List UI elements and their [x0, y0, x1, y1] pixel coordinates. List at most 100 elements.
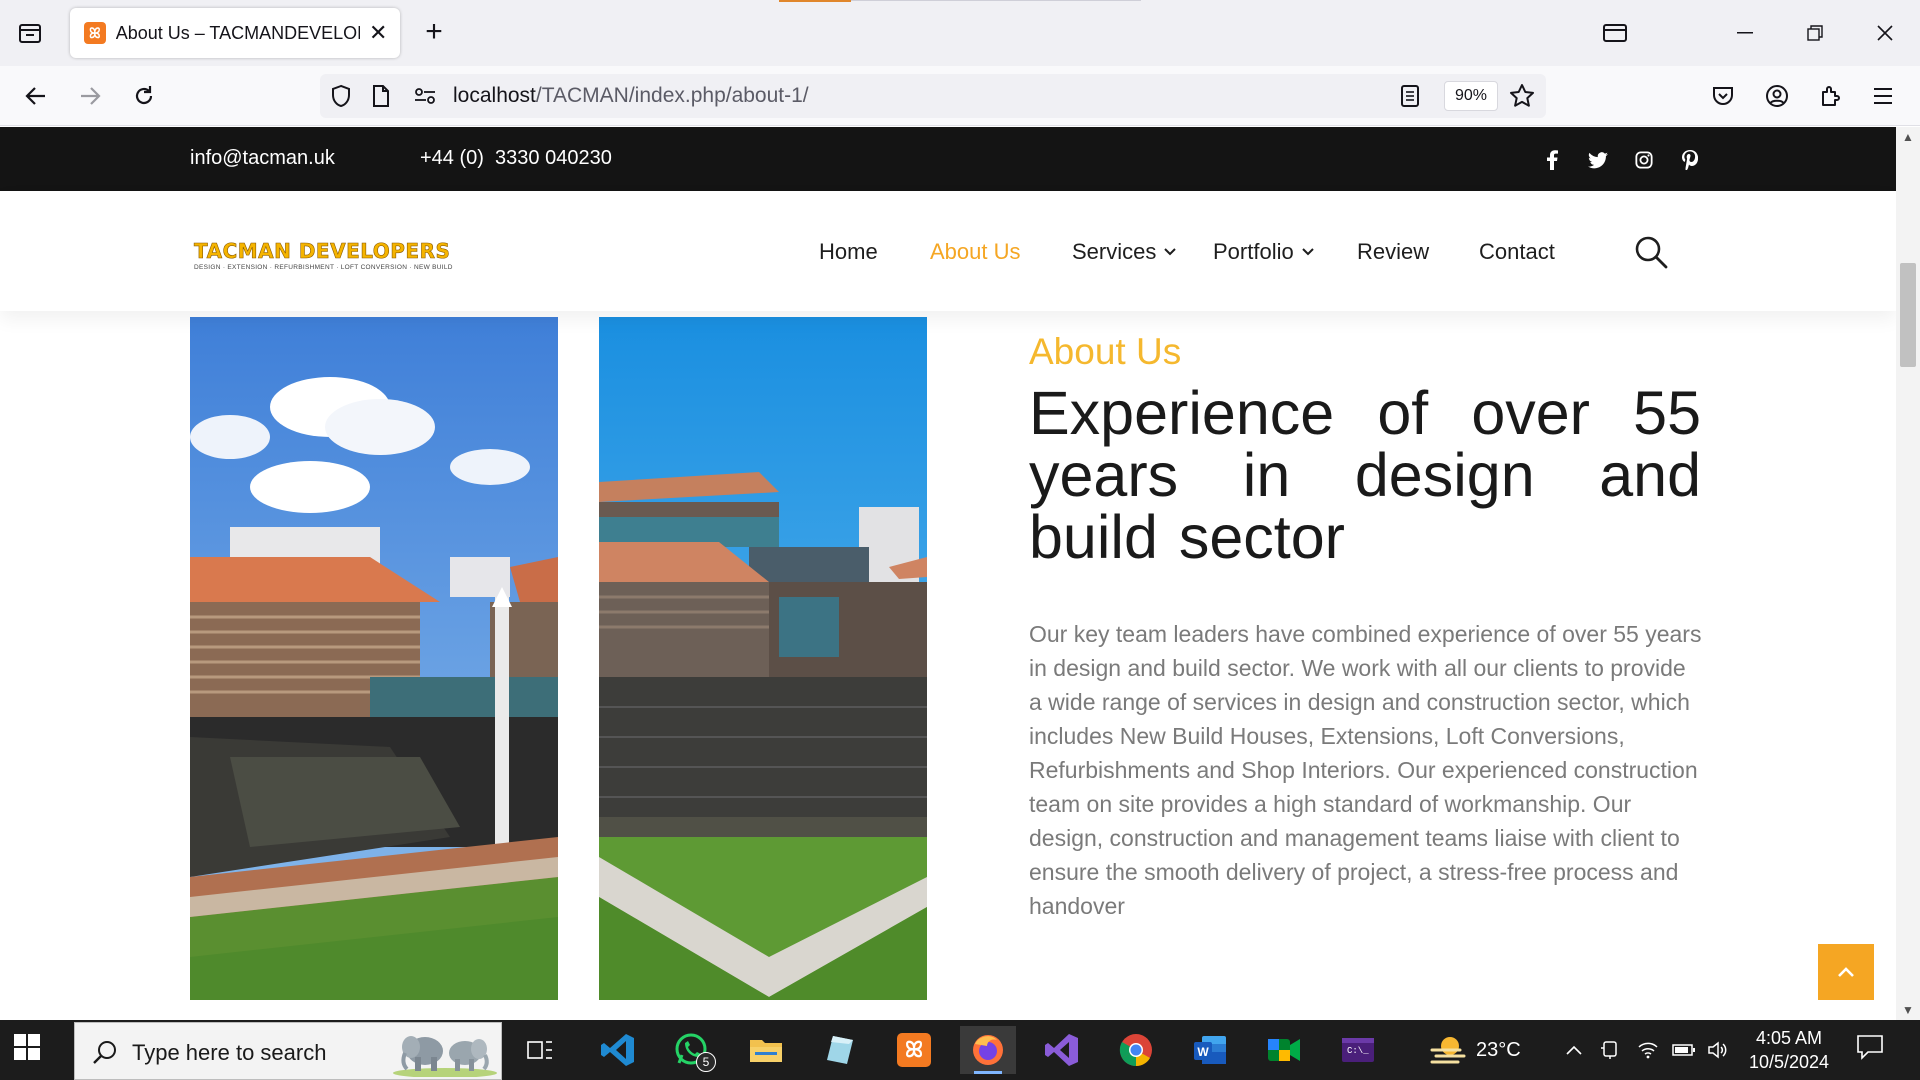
- file-explorer-icon[interactable]: [738, 1026, 794, 1074]
- chevron-up-icon: [1838, 967, 1854, 977]
- active-app-indicator: [974, 1071, 1002, 1074]
- nav-home[interactable]: Home: [819, 239, 878, 265]
- reader-view-icon[interactable]: [1400, 84, 1420, 113]
- app-menu-icon[interactable]: [1866, 79, 1900, 113]
- bookmark-star-icon[interactable]: [1509, 83, 1535, 114]
- scroll-down-arrow-icon[interactable]: ▼: [1896, 1000, 1920, 1020]
- url-host: localhost: [453, 84, 536, 107]
- zoom-level-badge[interactable]: 90%: [1444, 81, 1498, 111]
- nav-contact[interactable]: Contact: [1479, 239, 1555, 265]
- nav-about-us-label: About Us: [930, 239, 1021, 264]
- xampp-favicon-icon: ꕤ: [84, 22, 106, 44]
- back-icon[interactable]: [19, 79, 53, 113]
- site-permissions-icon[interactable]: [414, 86, 436, 111]
- chrome-icon[interactable]: [1108, 1026, 1164, 1074]
- search-highlight-elephants-icon: [393, 1036, 497, 1077]
- building-photo-right: [599, 317, 927, 1000]
- close-tab-icon[interactable]: ✕: [366, 20, 390, 45]
- url-path: /TACMAN/index.php/about-1/: [535, 84, 809, 107]
- clock-date: 10/5/2024: [1748, 1052, 1830, 1072]
- nav-about-us[interactable]: About Us: [930, 239, 1021, 265]
- search-icon: [93, 1041, 116, 1064]
- page-info-icon[interactable]: [372, 84, 390, 113]
- svg-text:C:\_: C:\_: [1347, 1046, 1369, 1056]
- pinterest-icon[interactable]: [1677, 147, 1703, 173]
- wifi-icon[interactable]: [1634, 1036, 1662, 1064]
- word-icon[interactable]: W: [1182, 1026, 1238, 1074]
- nav-contact-label: Contact: [1479, 239, 1555, 264]
- browser-toolbar: localhost/TACMAN/index.php/about-1/ 90%: [0, 66, 1920, 126]
- top-contact-bar: info@tacman.uk +44 (0) 3330 040230: [0, 127, 1896, 191]
- url-text[interactable]: localhost/TACMAN/index.php/about-1/: [453, 84, 809, 108]
- taskbar-search-placeholder: Type here to search: [132, 1040, 327, 1065]
- restore-button[interactable]: [1780, 0, 1850, 66]
- weather-temperature: 23°C: [1476, 1038, 1521, 1061]
- tab-overview-icon[interactable]: [1580, 0, 1650, 66]
- reload-icon[interactable]: [127, 79, 161, 113]
- about-us-label: About Us: [1029, 331, 1182, 372]
- address-bar[interactable]: localhost/TACMAN/index.php/about-1/ 90%: [320, 74, 1546, 118]
- nav-services[interactable]: Services: [1072, 239, 1177, 265]
- glass-app-icon[interactable]: [812, 1026, 868, 1074]
- windows-start-icon[interactable]: [14, 1034, 46, 1066]
- email-link[interactable]: info@tacman.uk: [190, 147, 335, 170]
- nav-portfolio[interactable]: Portfolio: [1213, 239, 1314, 265]
- tab-title: About Us – TACMANDEVELOPERS: [115, 22, 361, 43]
- tab-list-icon[interactable]: [14, 17, 46, 49]
- twitter-icon[interactable]: [1585, 147, 1611, 173]
- weather-widget[interactable]: 23°C: [1430, 1034, 1521, 1066]
- phone-link[interactable]: +44 (0) 3330 040230: [420, 147, 612, 170]
- logo-wordmark: TACMAN DEVELOPERS: [194, 239, 451, 264]
- tracking-shield-icon[interactable]: [330, 84, 352, 113]
- window-controls: [1580, 0, 1920, 66]
- account-icon[interactable]: [1760, 79, 1794, 113]
- building-photo-left: [190, 317, 558, 1000]
- nav-review[interactable]: Review: [1357, 239, 1429, 265]
- xampp-icon[interactable]: ꕤ: [886, 1026, 942, 1074]
- volume-icon[interactable]: [1704, 1036, 1732, 1064]
- site-header: TACMAN DEVELOPERS DESIGN · EXTENSION · R…: [0, 191, 1896, 311]
- nav-review-label: Review: [1357, 239, 1430, 264]
- task-view-icon[interactable]: [512, 1026, 568, 1074]
- minimize-button[interactable]: [1710, 0, 1780, 66]
- clock-time: 4:05 AM: [1755, 1028, 1823, 1048]
- new-tab-button[interactable]: +: [419, 17, 449, 48]
- about-headline: Experience of over 55 years in design an…: [1029, 379, 1701, 571]
- about-body-text: Our key team leaders have combined exper…: [1029, 621, 1702, 919]
- whatsapp-icon[interactable]: 5: [664, 1026, 720, 1074]
- firefox-icon[interactable]: [960, 1026, 1016, 1074]
- windows-taskbar: Type here to search 5 ꕤ W C:\_ 23°C 4:05…: [0, 1020, 1920, 1080]
- chevron-down-icon: [1164, 248, 1177, 256]
- visual-studio-icon[interactable]: [1034, 1026, 1090, 1074]
- facebook-icon[interactable]: [1539, 147, 1565, 173]
- browser-tab-active[interactable]: ꕤ About Us – TACMANDEVELOPERS ✕: [70, 8, 400, 58]
- search-icon[interactable]: [1634, 235, 1668, 269]
- nav-portfolio-label: Portfolio: [1213, 239, 1294, 264]
- vscode-icon[interactable]: [590, 1026, 646, 1074]
- meet-now-icon[interactable]: [1596, 1036, 1624, 1064]
- battery-icon[interactable]: [1670, 1036, 1698, 1064]
- instagram-icon[interactable]: [1631, 147, 1657, 173]
- pocket-icon[interactable]: [1706, 79, 1740, 113]
- terminal-icon[interactable]: C:\_: [1330, 1026, 1386, 1074]
- taskbar-search-box[interactable]: Type here to search: [74, 1022, 502, 1080]
- scroll-up-arrow-icon[interactable]: ▲: [1896, 127, 1920, 147]
- webpage-viewport: info@tacman.uk +44 (0) 3330 040230 TACMA…: [0, 127, 1896, 1020]
- extensions-icon[interactable]: [1814, 79, 1848, 113]
- browser-tab-bar: ꕤ About Us – TACMANDEVELOPERS ✕ +: [0, 0, 1920, 66]
- close-window-button[interactable]: [1850, 0, 1920, 66]
- weather-sun-haze-icon: [1430, 1037, 1466, 1064]
- svg-text:W: W: [1197, 1045, 1209, 1059]
- scrollbar-thumb[interactable]: [1900, 263, 1916, 367]
- google-meet-icon[interactable]: [1256, 1026, 1312, 1074]
- page-scrollbar[interactable]: ▲ ▼: [1896, 127, 1920, 1020]
- chevron-down-icon: [1302, 248, 1314, 256]
- taskbar-clock[interactable]: 4:05 AM 10/5/2024: [1742, 1026, 1836, 1074]
- notifications-icon[interactable]: [1856, 1034, 1888, 1066]
- show-hidden-icons-chevron-icon[interactable]: [1560, 1036, 1588, 1064]
- nav-home-label: Home: [819, 239, 878, 264]
- logo-tagline: DESIGN · EXTENSION · REFURBISHMENT · LOF…: [194, 264, 453, 271]
- forward-icon[interactable]: [73, 79, 107, 113]
- scroll-to-top-button[interactable]: [1818, 944, 1874, 1000]
- site-logo[interactable]: TACMAN DEVELOPERS DESIGN · EXTENSION · R…: [194, 239, 453, 271]
